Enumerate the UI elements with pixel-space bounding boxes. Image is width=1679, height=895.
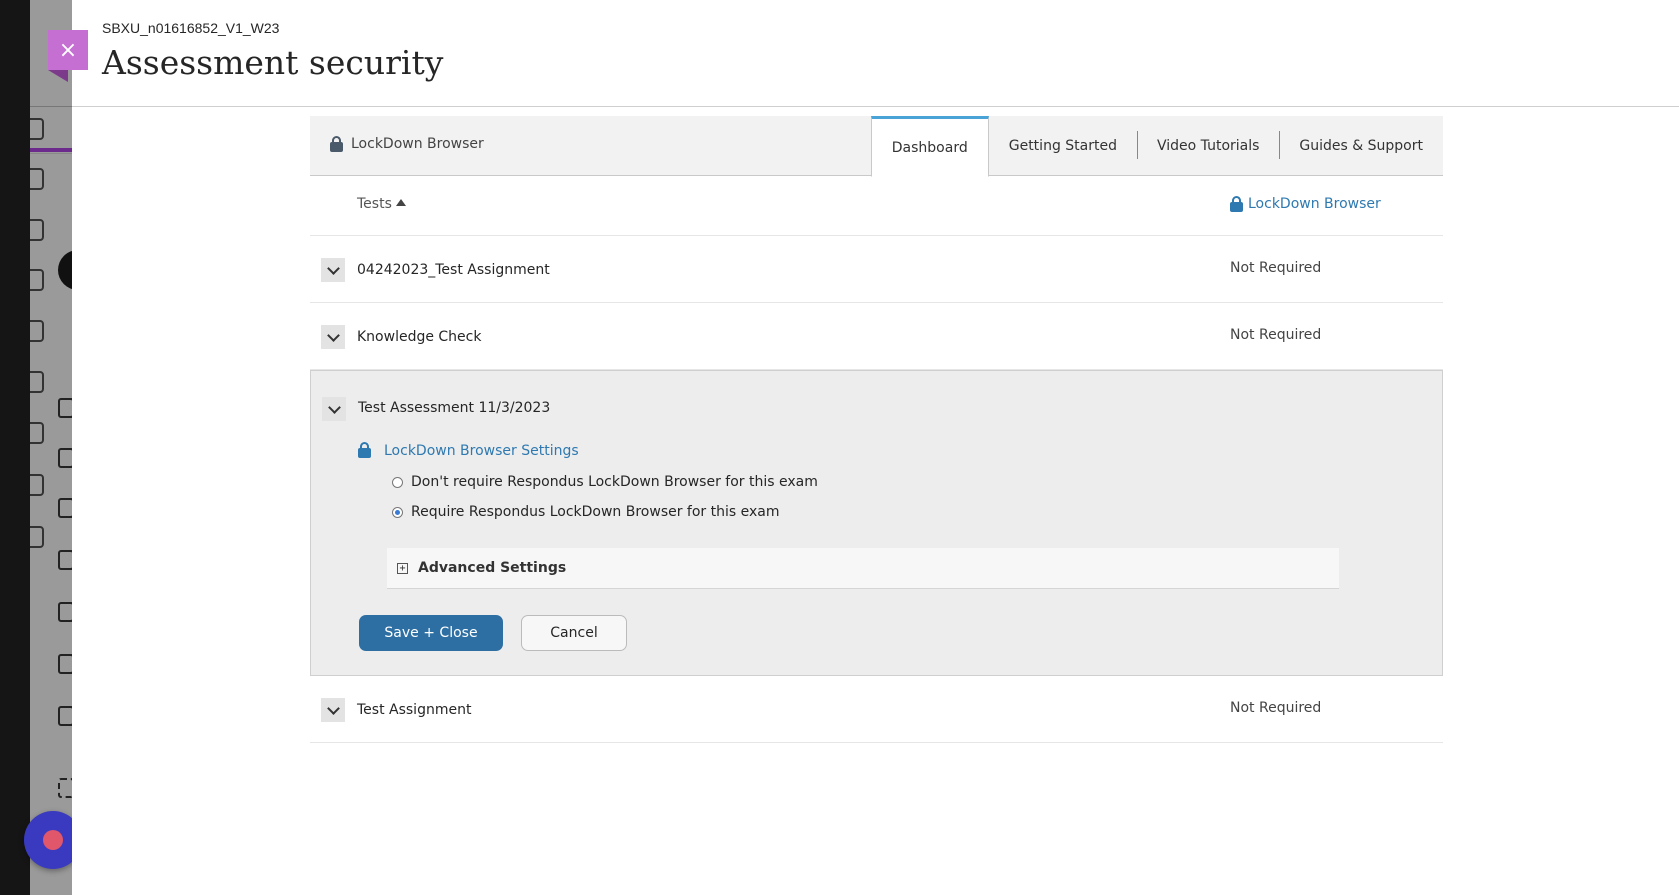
- save-close-button[interactable]: Save + Close: [359, 615, 503, 651]
- tools-icon: [30, 474, 44, 496]
- tab-video-tutorials[interactable]: Video Tutorials: [1136, 116, 1279, 176]
- lock-icon: [58, 550, 72, 570]
- course-id: SBXU_n01616852_V1_W23: [102, 20, 280, 36]
- help-icon: [43, 830, 63, 850]
- clipboard-icon: [58, 602, 72, 622]
- roster-icon: [58, 398, 72, 418]
- tab-dashboard[interactable]: Dashboard: [870, 116, 989, 177]
- test-name: 04242023_Test Assignment: [357, 262, 550, 278]
- cancel-button[interactable]: Cancel: [521, 615, 627, 651]
- close-button-tail: [48, 70, 68, 82]
- test-name: Test Assignment: [357, 702, 472, 718]
- sort-ascending-icon: [395, 198, 406, 206]
- profile-icon: [30, 168, 44, 190]
- lock-icon: [1230, 196, 1243, 212]
- expand-row-button[interactable]: [321, 698, 345, 722]
- radio-label: Don't require Respondus LockDown Browser…: [411, 474, 818, 490]
- lockdown-brand: LockDown Browser: [330, 136, 484, 152]
- background-divider: [30, 153, 72, 154]
- lockdown-settings-link[interactable]: LockDown Browser Settings: [358, 442, 579, 459]
- dashed-add-icon: [58, 778, 72, 798]
- expand-row-button[interactable]: [321, 258, 345, 282]
- header-divider: [72, 106, 1679, 107]
- chevron-down-icon: [326, 328, 340, 342]
- advanced-settings-toggle[interactable]: + Advanced Settings: [387, 548, 1339, 589]
- tab-guides-support[interactable]: Guides & Support: [1279, 116, 1443, 176]
- lockdown-status: Not Required: [1230, 327, 1322, 343]
- table-row: Knowledge Check Not Required: [310, 303, 1443, 370]
- progress-icon: [58, 448, 72, 468]
- page-title: Assessment security: [102, 43, 444, 82]
- collapse-row-button[interactable]: [322, 397, 346, 421]
- link-icon: [58, 654, 72, 674]
- tab-label: Video Tutorials: [1156, 138, 1260, 154]
- table-row: Test Assignment Not Required: [310, 676, 1443, 743]
- require-radio[interactable]: [392, 506, 403, 518]
- lockdown-column-header[interactable]: LockDown Browser: [1230, 196, 1381, 212]
- image-icon: [58, 498, 72, 518]
- tests-column-label: Tests: [357, 196, 392, 212]
- dont-require-radio-option[interactable]: Don't require Respondus LockDown Browser…: [392, 474, 818, 490]
- tab-getting-started[interactable]: Getting Started: [989, 116, 1137, 176]
- expand-plus-icon: +: [397, 562, 408, 574]
- test-name: Knowledge Check: [357, 329, 482, 345]
- chevron-down-icon: [327, 400, 341, 414]
- dont-require-radio[interactable]: [392, 476, 403, 488]
- table-row: 04242023_Test Assignment Not Required: [310, 236, 1443, 303]
- background-nav-rail: [0, 0, 30, 895]
- lockdown-status: Not Required: [1230, 700, 1322, 716]
- background-tab-indicator: [30, 148, 72, 152]
- advanced-settings-label: Advanced Settings: [418, 560, 567, 576]
- tab-label: Getting Started: [1008, 138, 1117, 154]
- require-radio-option[interactable]: Require Respondus LockDown Browser for t…: [392, 504, 780, 520]
- globe-icon: [30, 219, 44, 241]
- close-icon: ×: [58, 37, 78, 63]
- lock-icon: [330, 136, 343, 152]
- lockdown-brand-label: LockDown Browser: [351, 136, 484, 152]
- institution-icon: [30, 118, 44, 140]
- tab-label: Dashboard: [891, 139, 968, 156]
- courses-icon: [30, 269, 44, 291]
- close-button[interactable]: ×: [48, 30, 88, 70]
- calendar-icon: [30, 320, 44, 342]
- test-name: Test Assessment 11/3/2023: [358, 400, 551, 416]
- expand-row-button[interactable]: [321, 325, 345, 349]
- table-header: Tests LockDown Browser: [310, 176, 1443, 236]
- lockdown-status: Not Required: [1230, 260, 1322, 276]
- chevron-down-icon: [326, 261, 340, 275]
- lockdown-browser-panel: LockDown Browser Dashboard Getting Start…: [310, 116, 1443, 743]
- lockdown-header: LockDown Browser Dashboard Getting Start…: [310, 116, 1443, 177]
- messages-icon: [30, 371, 44, 393]
- radio-label: Require Respondus LockDown Browser for t…: [411, 504, 780, 520]
- badge-icon: [58, 706, 72, 726]
- tab-bar: Dashboard Getting Started Video Tutorial…: [870, 116, 1443, 177]
- chevron-down-icon: [326, 701, 340, 715]
- grades-icon: [30, 422, 44, 444]
- background-divider: [30, 106, 72, 107]
- tests-column-header[interactable]: Tests: [357, 196, 406, 212]
- lock-icon: [358, 442, 372, 459]
- lockdown-settings-label: LockDown Browser Settings: [384, 442, 579, 459]
- sign-out-icon: [30, 526, 44, 548]
- background-course-panel: [30, 0, 72, 895]
- tab-label: Guides & Support: [1299, 138, 1423, 154]
- table-row-expanded: Test Assessment 11/3/2023 LockDown Brows…: [310, 370, 1443, 676]
- lockdown-column-label: LockDown Browser: [1248, 196, 1381, 212]
